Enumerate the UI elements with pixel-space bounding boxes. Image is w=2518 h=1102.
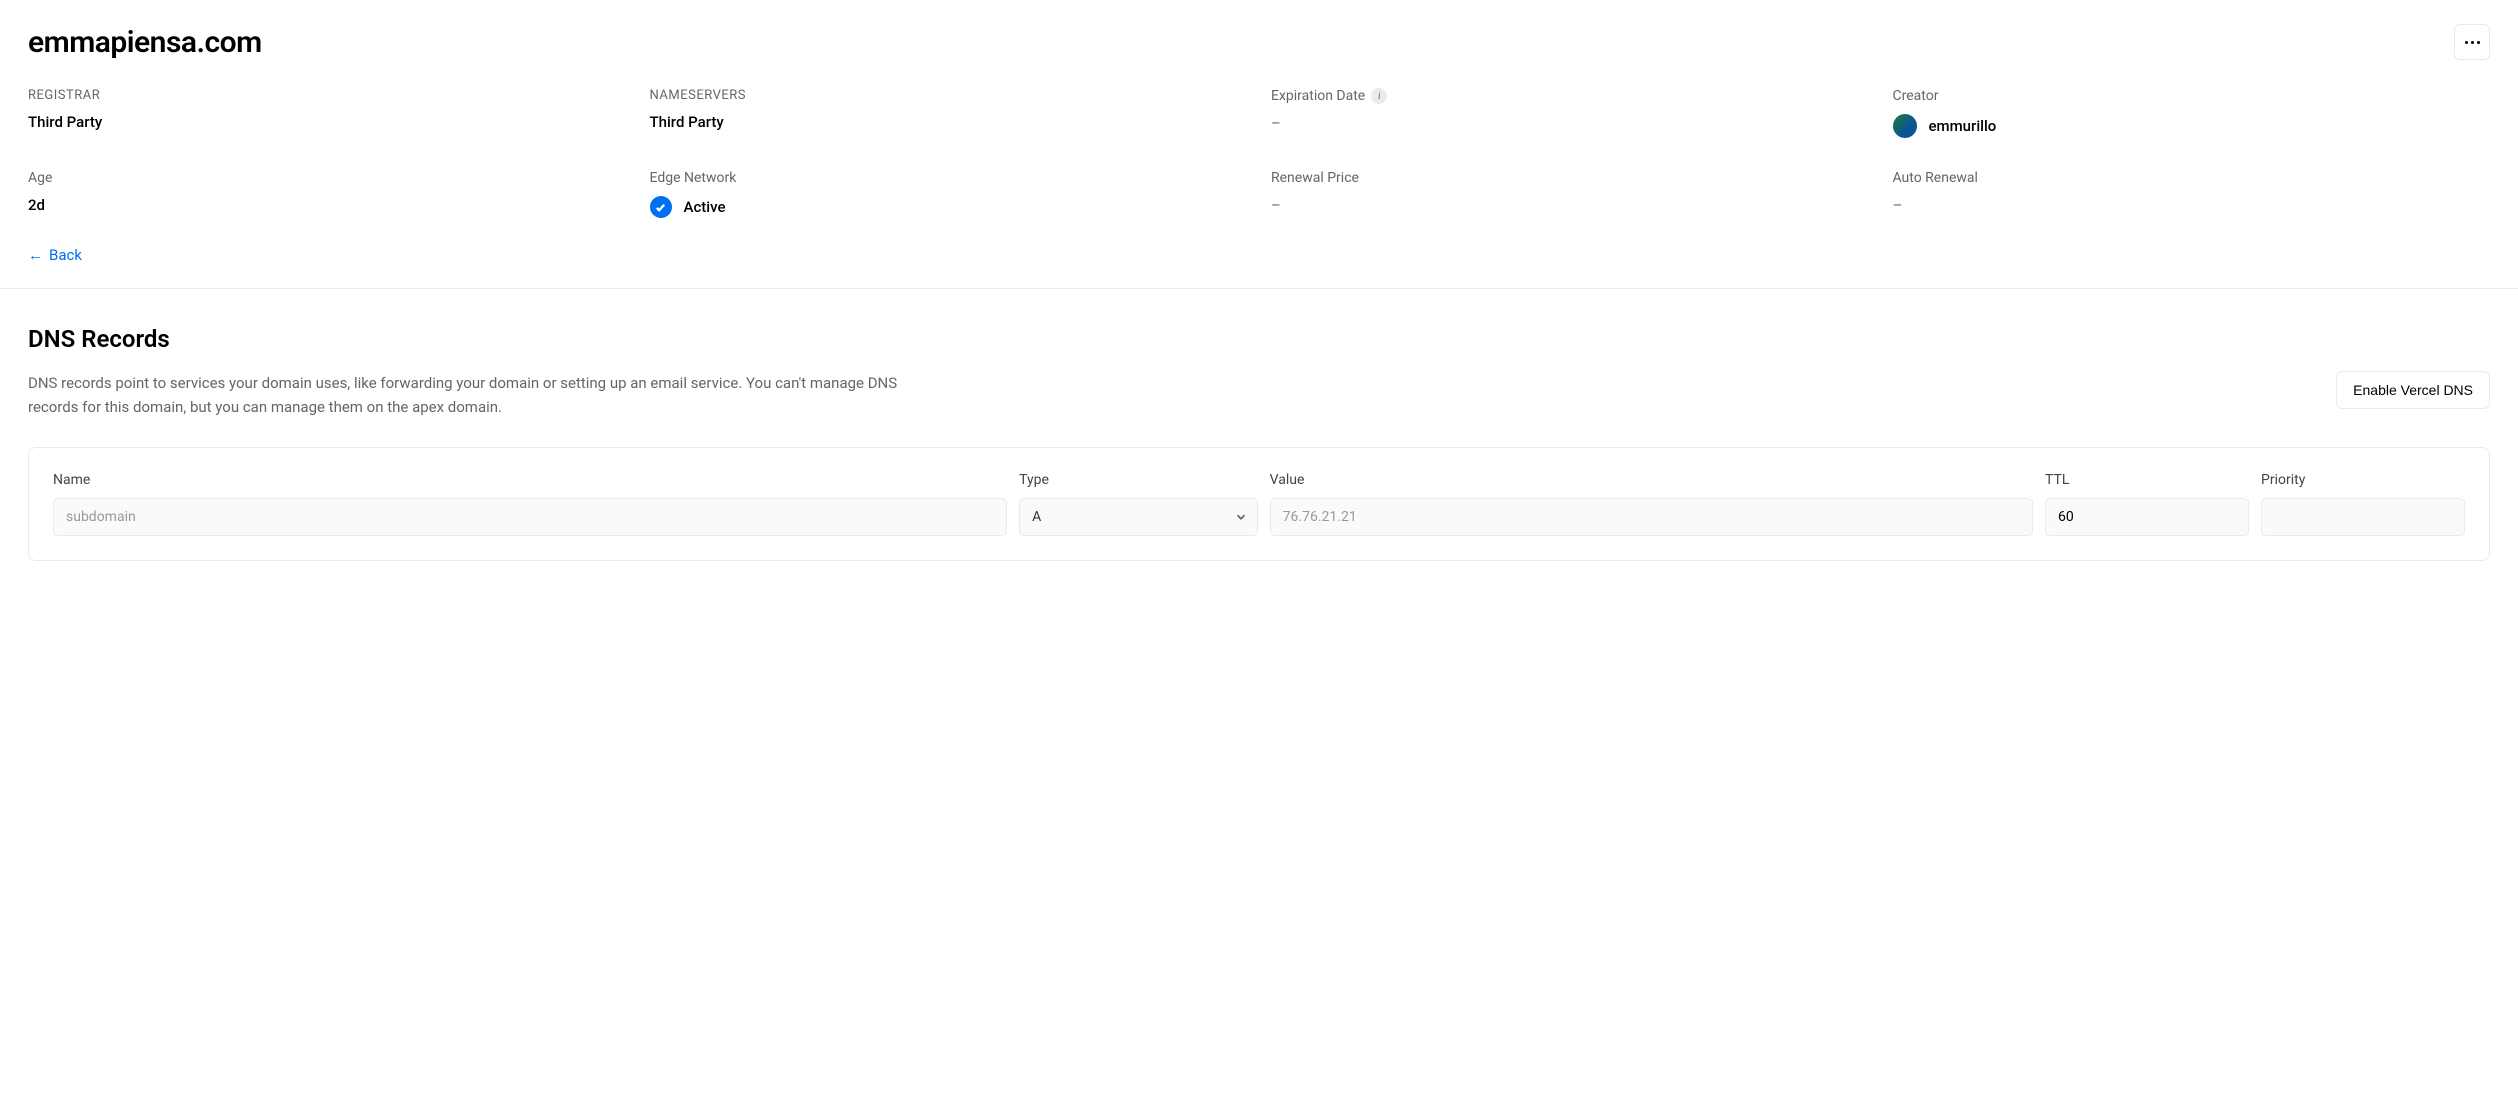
auto-renewal-label: Auto Renewal [1893,170,2491,186]
auto-renewal-value: – [1893,196,2491,214]
creator-label: Creator [1893,88,2491,104]
page-title: emmapiensa.com [28,25,262,60]
back-link[interactable]: ← Back [28,246,82,264]
enable-vercel-dns-button[interactable]: Enable Vercel DNS [2336,371,2490,409]
value-input[interactable] [1270,498,2033,536]
edge-network-value: Active [684,198,726,216]
avatar [1893,114,1917,138]
registrar-value: Third Party [28,113,626,131]
status-badge [650,196,672,218]
arrow-left-icon: ← [28,246,43,264]
nameservers-value: Third Party [650,113,1248,131]
dns-records-description: DNS records point to services your domai… [28,371,928,419]
dns-form: Name Type A Value T [28,447,2490,561]
name-field-label: Name [53,472,1007,488]
more-options-button[interactable] [2454,24,2490,60]
renewal-price-label: Renewal Price [1271,170,1869,186]
check-icon [655,202,666,213]
expiration-value: – [1271,114,1869,132]
creator-value: emmurillo [1929,117,1997,135]
value-field-label: Value [1270,472,2033,488]
priority-field-label: Priority [2261,472,2465,488]
back-label: Back [49,246,82,264]
ttl-input[interactable] [2045,498,2249,536]
info-icon[interactable]: i [1371,88,1387,104]
renewal-price-value: – [1271,196,1869,214]
expiration-label: Expiration Date [1271,88,1365,104]
ttl-field-label: TTL [2045,472,2249,488]
more-icon [2465,41,2480,44]
age-label: Age [28,170,626,186]
type-field-label: Type [1019,472,1258,488]
registrar-label: REGISTRAR [28,88,626,103]
type-select[interactable]: A [1019,498,1258,536]
name-input[interactable] [53,498,1007,536]
priority-input[interactable] [2261,498,2465,536]
edge-network-label: Edge Network [650,170,1248,186]
nameservers-label: NAMESERVERS [650,88,1248,103]
age-value: 2d [28,196,626,214]
dns-records-title: DNS Records [28,325,2490,353]
